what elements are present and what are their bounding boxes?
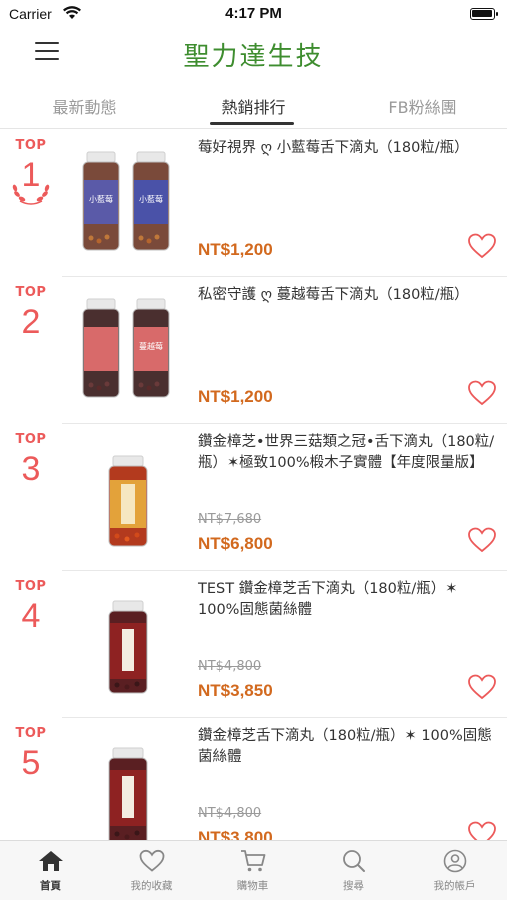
product-name[interactable]: 莓好視界 ღ 小藍莓舌下滴丸（180粒/瓶）	[198, 138, 498, 159]
active-tab-indicator	[210, 122, 294, 125]
nav-label: 首頁	[40, 880, 61, 892]
tab-latest-news[interactable]: 最新動態	[0, 94, 169, 118]
original-price: NT$7,680	[198, 512, 262, 527]
cart-icon	[240, 850, 265, 872]
bottle-label: 小藍莓	[139, 194, 163, 204]
product-image[interactable]: 蔓越莓	[75, 293, 185, 405]
product-price: NT$1,200	[198, 240, 273, 259]
list-item[interactable]: TOP 5 鑽金樟芝舌下滴丸（180粒/瓶）✶ 100%固態菌絲體 NT$4,8…	[0, 718, 507, 840]
list-item[interactable]: TOP 3 鑽金樟芝•世界三菇類之冠•舌下滴丸（180粒/瓶）✶極致100%椴木…	[0, 424, 507, 571]
status-bar: Carrier 4:17 PM	[0, 0, 507, 28]
rank-badge: TOP 2	[0, 285, 62, 342]
rank-top-label: TOP	[15, 138, 47, 153]
bottom-tab-bar: 首頁 我的收藏 購物車 搜尋 我的帳戶	[0, 840, 507, 900]
tab-best-sellers[interactable]: 熱銷排行	[169, 94, 338, 118]
product-image[interactable]	[75, 587, 185, 699]
rank-number: 4	[21, 597, 41, 635]
list-item[interactable]: TOP 4 TEST 鑽金樟芝舌下滴丸（180粒/瓶）✶ 100%固態菌絲體 N…	[0, 571, 507, 718]
nav-label: 我的收藏	[130, 880, 173, 892]
heart-icon	[139, 849, 164, 872]
product-image[interactable]	[75, 440, 185, 552]
product-price: NT$1,200	[198, 387, 273, 406]
nav-home[interactable]: 首頁	[0, 849, 101, 893]
favorite-heart-icon[interactable]	[467, 232, 497, 260]
product-name[interactable]: 私密守護 ღ 蔓越莓舌下滴丸（180粒/瓶）	[198, 285, 498, 306]
product-image[interactable]: 小藍莓 小藍莓	[75, 146, 185, 258]
brand-logo: 聖力達生技	[183, 42, 324, 72]
nav-label: 我的帳戶	[433, 880, 476, 892]
product-name[interactable]: TEST 鑽金樟芝舌下滴丸（180粒/瓶）✶ 100%固態菌絲體	[198, 579, 498, 621]
product-name[interactable]: 鑽金樟芝•世界三菇類之冠•舌下滴丸（180粒/瓶）✶極致100%椴木子實體【年度…	[198, 432, 498, 474]
original-price: NT$4,800	[198, 806, 262, 821]
app-header: 聖力達生技	[0, 28, 507, 78]
ranking-list[interactable]: TOP 1 小藍莓 小藍莓 莓好視界 ღ 小藍莓舌下滴丸（180粒/瓶） NT$…	[0, 130, 507, 840]
rank-top-label: TOP	[15, 726, 47, 741]
list-item[interactable]: TOP 1 小藍莓 小藍莓 莓好視界 ღ 小藍莓舌下滴丸（180粒/瓶） NT$…	[0, 130, 507, 277]
product-price: NT$6,800	[198, 534, 273, 553]
nav-label: 購物車	[236, 880, 269, 892]
favorite-heart-icon[interactable]	[467, 673, 497, 701]
nav-account[interactable]: 我的帳戶	[404, 849, 505, 893]
battery-icon	[470, 8, 498, 20]
product-image[interactable]	[75, 734, 185, 840]
product-price: NT$3,850	[198, 681, 273, 700]
account-icon	[443, 849, 466, 873]
rank-badge: TOP 3	[0, 432, 62, 489]
tab-bar: 最新動態 熱銷排行 FB粉絲團	[0, 85, 507, 129]
rank-number: 2	[21, 303, 41, 341]
rank-badge: TOP 5	[0, 726, 62, 783]
rank-badge: TOP 4	[0, 579, 62, 636]
favorite-heart-icon[interactable]	[467, 820, 497, 840]
home-icon	[38, 851, 63, 871]
laurel-icon	[12, 184, 50, 205]
bottle-label: 蔓越莓	[139, 341, 163, 351]
tab-fb-fan-page[interactable]: FB粉絲團	[338, 94, 507, 118]
favorite-heart-icon[interactable]	[467, 526, 497, 554]
rank-top-label: TOP	[15, 285, 47, 300]
product-price: NT$3,800	[198, 828, 273, 840]
nav-cart[interactable]: 購物車	[202, 849, 303, 893]
clock: 4:17 PM	[225, 5, 282, 22]
rank-top-label: TOP	[15, 432, 47, 447]
rank-number: 5	[21, 744, 41, 782]
rank-number: 3	[21, 450, 41, 488]
list-item[interactable]: TOP 2 蔓越莓 私密守護 ღ 蔓越莓舌下滴丸（180粒/瓶） NT$1,20…	[0, 277, 507, 424]
search-icon	[342, 850, 365, 872]
nav-favorites[interactable]: 我的收藏	[101, 849, 202, 893]
favorite-heart-icon[interactable]	[467, 379, 497, 407]
rank-top-label: TOP	[15, 579, 47, 594]
nav-search[interactable]: 搜尋	[303, 849, 404, 893]
product-name[interactable]: 鑽金樟芝舌下滴丸（180粒/瓶）✶ 100%固態菌絲體	[198, 726, 498, 768]
original-price: NT$4,800	[198, 659, 262, 674]
bottle-label: 小藍莓	[89, 194, 113, 204]
nav-label: 搜尋	[343, 880, 364, 892]
